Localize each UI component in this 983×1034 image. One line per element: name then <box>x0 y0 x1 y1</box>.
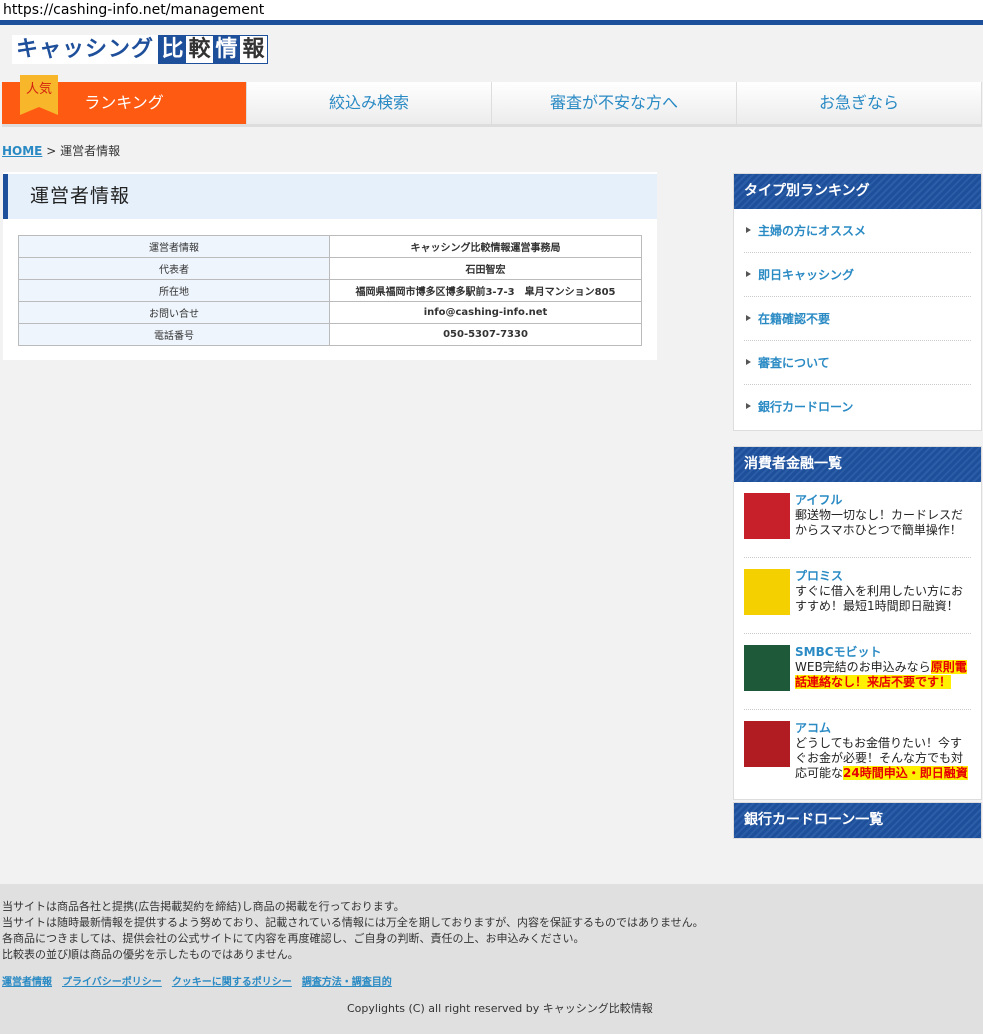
nav-screening[interactable]: 審査が不安な方へ <box>492 82 737 124</box>
footer-link-cookie[interactable]: クッキーに関するポリシー <box>172 973 292 988</box>
footer-link-operator[interactable]: 運営者情報 <box>2 973 52 988</box>
lender-name[interactable]: プロミス <box>795 567 971 584</box>
page-title: 運営者情報 <box>3 174 657 219</box>
lender-item: アイフル 郵送物一切なし！カードレスだからスマホひとつで簡単操作！ <box>744 482 971 558</box>
row-label: お問い合せ <box>18 301 330 324</box>
lender-item: SMBCモビット WEB完結のお申込みなら原則電話連絡なし！来店不要です！ <box>744 634 971 710</box>
breadcrumb: HOME > 運営者情報 <box>2 144 121 158</box>
lender-name[interactable]: アイフル <box>795 491 971 508</box>
row-label: 電話番号 <box>18 323 330 346</box>
lender-thumbnail[interactable] <box>744 645 790 691</box>
consumer-finance-box: 消費者金融一覧 アイフル 郵送物一切なし！カードレスだからスマホひとつで簡単操作！… <box>733 446 982 800</box>
table-row: 電話番号 050-5307-7330 <box>18 323 642 346</box>
type-ranking-title: タイプ別ランキング <box>734 174 981 209</box>
top-accent-line <box>0 20 983 25</box>
table-row: 所在地 福岡県福岡市博多区博多駅前3-7-3 皐月マンション805 <box>18 279 642 302</box>
copyright: Copylights (C) all right reserved by キャッ… <box>347 1002 653 1015</box>
lender-description: WEB完結のお申込みなら <box>795 660 931 674</box>
lender-name[interactable]: SMBCモビット <box>795 643 971 660</box>
site-logo[interactable]: キャッシング 比較情報 <box>12 35 269 64</box>
table-row: 代表者 石田智宏 <box>18 257 642 280</box>
table-row: お問い合せ info@cashing-info.net <box>18 301 642 324</box>
table-row: 運営者情報 キャッシング比較情報運営事務局 <box>18 235 642 258</box>
main-content: 運営者情報 運営者情報 キャッシング比較情報運営事務局 代表者 石田智宏 所在地 福岡県福… <box>3 172 657 360</box>
type-ranking-item[interactable]: 在籍確認不要 <box>744 297 971 341</box>
type-ranking-box: タイプ別ランキング 主婦の方にオススメ 即日キャッシング 在籍確認不要 審査について銀… <box>733 173 982 431</box>
type-ranking-item[interactable]: 即日キャッシング <box>744 253 971 297</box>
lender-item: プロミス すぐに借入を利用したい方におすすめ！最短1時間即日融資！ <box>744 558 971 634</box>
address-bar[interactable]: https://cashing-info.net/management <box>0 0 983 20</box>
row-value: 福岡県福岡市博多区博多駅前3-7-3 皐月マンション805 <box>329 279 642 302</box>
lender-item: アコム どうしてもお金借りたい！今すぐお金が必要！そんな方でも対応可能な24時間申… <box>744 710 971 799</box>
row-value: info@cashing-info.net <box>329 301 642 324</box>
lender-description: 郵送物一切なし！カードレスだからスマホひとつで簡単操作！ <box>795 508 964 537</box>
row-label: 代表者 <box>18 257 330 280</box>
breadcrumb-current: 運営者情報 <box>60 144 121 158</box>
row-value: 050-5307-7330 <box>329 323 642 346</box>
row-value: 石田智宏 <box>329 257 642 280</box>
lender-description: すぐに借入を利用したい方におすすめ！最短1時間即日融資！ <box>795 584 964 613</box>
row-value: キャッシング比較情報運営事務局 <box>329 235 642 258</box>
type-ranking-item[interactable]: 審査について <box>744 341 971 385</box>
nav-ranking[interactable]: 人気 ランキング <box>2 75 247 124</box>
row-label: 運営者情報 <box>18 235 330 258</box>
type-ranking-item[interactable]: 主婦の方にオススメ <box>744 209 971 253</box>
main-nav: 人気 ランキング 絞込み検索 審査が不安な方へ お急ぎなら <box>2 75 982 127</box>
bank-loan-title[interactable]: 銀行カードローン一覧 <box>734 803 981 838</box>
nav-search[interactable]: 絞込み検索 <box>247 82 492 124</box>
type-ranking-item[interactable]: 銀行カードローン <box>744 385 971 429</box>
row-label: 所在地 <box>18 279 330 302</box>
bank-loan-box: 銀行カードローン一覧 <box>733 802 982 839</box>
consumer-finance-title: 消費者金融一覧 <box>734 447 981 482</box>
lender-thumbnail[interactable] <box>744 569 790 615</box>
lender-thumbnail[interactable] <box>744 721 790 767</box>
breadcrumb-home[interactable]: HOME <box>2 144 42 158</box>
footer-link-privacy[interactable]: プライバシーポリシー <box>62 973 162 988</box>
popular-badge: 人気 <box>20 75 58 115</box>
operator-table: 運営者情報 キャッシング比較情報運営事務局 代表者 石田智宏 所在地 福岡県福岡市博多区博… <box>18 235 642 346</box>
lender-thumbnail[interactable] <box>744 493 790 539</box>
footer: 当サイトは商品各社と提携(広告掲載契約を締結)し商品の掲載を行っております。 当… <box>0 884 983 1034</box>
footer-link-survey[interactable]: 調査方法・調査目的 <box>302 973 392 988</box>
lender-name[interactable]: アコム <box>795 719 971 736</box>
lender-highlight: 24時間申込・即日融資 <box>843 766 968 780</box>
nav-urgent[interactable]: お急ぎなら <box>737 82 982 124</box>
